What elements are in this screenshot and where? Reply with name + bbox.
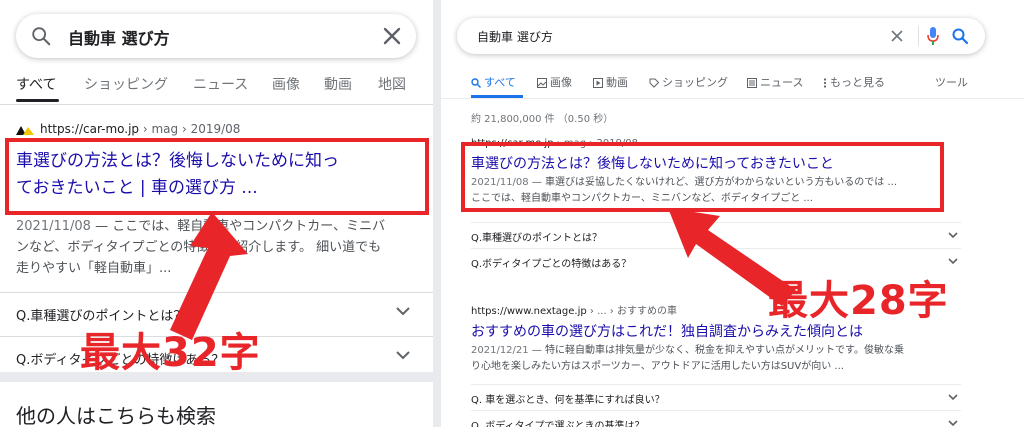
result-cite[interactable]: https://car-mo.jp › mag › 2019/08 [16,122,240,136]
faq-row[interactable]: Q. 車を選ぶとき、何を基準にすれば良い？ [471,384,961,411]
news-icon [747,78,757,88]
faq-question: Q.ボディタイプごとの特徴はある？ [471,259,632,270]
close-icon[interactable] [889,28,905,44]
faq-question: Q.車種選びのポイントとは？ [471,233,603,244]
more-vert-icon [823,78,827,88]
tab-shopping[interactable]: ショッピング [649,74,728,90]
active-tab-indicator [16,99,59,102]
search-query-text[interactable]: 自動車 選び方 [477,28,553,45]
cite-path: › ... › おすすめの車 [586,306,677,317]
chevron-down-icon[interactable] [947,229,959,241]
cite-domain: https://car-mo.jp [40,122,140,136]
microphone-icon[interactable] [927,27,939,45]
tab-maps[interactable]: 地図 [378,74,406,94]
mobile-tab-bar: すべて ショッピング ニュース 画像 動画 地図 [0,70,433,105]
chevron-down-icon[interactable] [947,255,959,267]
search-icon[interactable] [951,27,969,45]
panel-divider [433,0,441,427]
tab-images[interactable]: 画像 [537,74,572,90]
tab-more[interactable]: もっと見る [823,74,885,90]
tab-tools[interactable]: ツール [935,74,968,90]
active-tab-indicator [471,95,523,98]
close-icon[interactable] [380,24,404,48]
title-highlight-box [5,138,429,215]
tab-images[interactable]: 画像 [272,74,300,94]
chevron-down-icon[interactable] [395,347,411,363]
chevron-down-icon[interactable] [395,303,411,319]
chevron-down-icon[interactable] [947,417,959,427]
image-icon [537,78,547,88]
video-icon [593,78,603,88]
mobile-search-bar[interactable]: 自動車 選び方 [16,14,416,58]
search-query-text[interactable]: 自動車 選び方 [68,25,170,49]
tab-news[interactable]: ニュース [193,74,248,94]
title-highlight-box [461,142,944,212]
char-limit-label-desktop: 最大28字 [768,278,949,324]
tag-icon [649,78,660,88]
snippet-text: — 特に軽自動車は排気量が少なく、税金を抑えやすい点がメリットです。俊敏な乗 [528,345,904,356]
tab-label: すべて [484,76,516,89]
tab-shopping[interactable]: ショッピング [84,74,168,94]
char-limit-label-mobile: 最大32字 [80,330,261,376]
result-snippet: 2021/12/21 — 特に軽自動車は排気量が少なく、税金を抑えやすい点がメリ… [471,343,941,375]
cite-path: › mag › 2019/08 [139,122,241,136]
snippet-date: 2021/11/08 [16,219,91,234]
tab-all[interactable]: すべて [471,74,516,90]
tab-videos[interactable]: 動画 [593,74,628,90]
chevron-down-icon[interactable] [947,391,959,403]
faq-row[interactable]: Q. ボディタイプで選ぶときの基準は？ [471,410,961,427]
tab-all[interactable]: すべて [16,74,56,94]
search-bar-divider [918,26,919,46]
faq-question: Q. ボディタイプで選ぶときの基準は？ [471,421,645,427]
snippet-date: 2021/12/21 [471,345,529,356]
tab-videos[interactable]: 動画 [324,74,352,94]
faq-question: Q. 車を選ぶとき、何を基準にすれば良い？ [471,395,665,406]
tab-news[interactable]: ニュース [747,74,803,90]
related-searches-heading: 他の人はこちらも検索 [16,404,216,427]
site-favicon-icon [16,125,34,135]
search-icon[interactable] [30,25,52,47]
desktop-tab-bar: すべて 画像 動画 ショッピング ニュース もっと見る ツール [441,74,1024,99]
tab-label: もっと見る [830,76,885,89]
snippet-text: り心地を楽しみたい方はスポーツカー、アウトドアに活用したい方はSUVが向い ..… [471,361,844,372]
tab-label: 動画 [606,76,628,89]
search-icon [471,78,481,88]
tab-label: 画像 [550,76,572,89]
result-stats: 約 21,800,000 件 （0.50 秒） [471,114,614,125]
tab-label: ニュース [760,76,804,89]
desktop-search-bar[interactable]: 自動車 選び方 [457,18,985,54]
tab-label: ショッピング [662,76,728,89]
cite-domain: https://www.nextage.jp [471,306,587,317]
